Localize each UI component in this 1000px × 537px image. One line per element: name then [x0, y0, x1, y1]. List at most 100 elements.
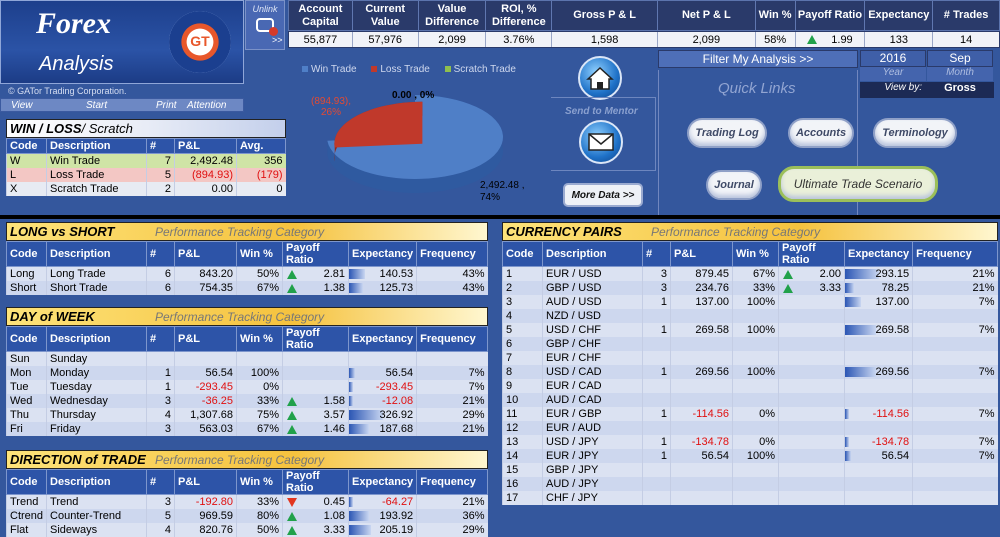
month-select[interactable]: Sep	[927, 50, 993, 67]
expectancy-value: 205.19	[379, 523, 414, 536]
table-row[interactable]: 13 USD / JPY 1 -134.78 0% -134.78 7%	[502, 434, 998, 449]
table-cell: EUR / USD	[542, 266, 643, 281]
table-row[interactable]: Tue Tuesday 1 -293.45 0% -293.45 7%	[6, 379, 488, 394]
send-to-mentor-button[interactable]	[579, 120, 623, 164]
menu-start[interactable]: Start	[86, 100, 107, 111]
table-row[interactable]: 3 AUD / USD 1 137.00 100% 137.00 7%	[502, 294, 998, 309]
table-cell: 4	[502, 308, 543, 323]
gt-badge-icon: GT	[169, 11, 231, 73]
trading-log-button[interactable]: Trading Log	[687, 118, 767, 148]
table-cell: 50%	[236, 266, 283, 281]
journal-button[interactable]: Journal	[706, 170, 762, 200]
table-row[interactable]: Ctrend Counter-Trend 5 969.59 80% 1.08 193.92 3…	[5, 508, 488, 523]
table-cell: 21%	[416, 421, 488, 436]
table-cell: CHF / JPY	[542, 490, 643, 505]
direction-title: DIRECTION of TRADE Performance Tracking C…	[6, 450, 488, 469]
table-cell	[174, 351, 237, 366]
table-row[interactable]: 11 EUR / GBP 1 -114.56 0% -114.56 7%	[502, 406, 998, 421]
table-cell: 7%	[912, 434, 998, 449]
table-header-cell: Frequency	[912, 241, 998, 267]
table-cell: AUD / USD	[542, 294, 643, 309]
table-cell: 356	[236, 153, 286, 168]
table-cell	[732, 420, 779, 435]
table-row[interactable]: Short Short Trade 6 754.35 67% 1.38 125.73 43%	[6, 280, 488, 295]
table-cell: 2,492.48	[174, 153, 237, 168]
home-button[interactable]	[578, 56, 622, 100]
table-cell	[670, 490, 733, 505]
table-header-cell: Payoff Ratio	[282, 326, 349, 352]
table-cell	[912, 308, 998, 323]
expectancy-cell: 193.92	[348, 508, 417, 523]
table-row[interactable]: 4 NZD / USD	[502, 308, 998, 323]
table-row[interactable]: Long Long Trade 6 843.20 50% 2.81 140.53 43%	[6, 266, 488, 281]
loss-row[interactable]: L Loss Trade 5 (894.93) (179)	[6, 167, 286, 182]
table-cell	[670, 378, 733, 393]
terminology-button[interactable]: Terminology	[873, 118, 957, 148]
menu-view[interactable]: View	[11, 100, 33, 111]
table-cell: 4	[146, 407, 175, 422]
win-loss-title: WIN / LOSS / Scratch	[6, 119, 286, 138]
table-cell: 33%	[236, 494, 283, 509]
filter-analysis-button[interactable]: Filter My Analysis >>	[658, 50, 858, 68]
table-row[interactable]: Mon Monday 1 56.54 100% 56.54 7%	[6, 365, 488, 380]
table-row[interactable]: Fri Friday 3 563.03 67% 1.46 187.68 21%	[6, 421, 488, 436]
currency-pairs-panel: CURRENCY PAIRS Performance Tracking Categ…	[502, 222, 998, 505]
table-header-cell: #	[642, 241, 671, 267]
up-arrow-icon	[783, 270, 793, 279]
win-row[interactable]: W Win Trade 7 2,492.48 356	[6, 153, 286, 168]
win-loss-header-row: Code Description # P&L Avg.	[6, 138, 286, 154]
table-row[interactable]: Wed Wednesday 3 -36.25 33% 1.58 -12.08 21%	[6, 393, 488, 408]
menu-attention[interactable]: Attention	[187, 100, 226, 111]
table-cell: USD / CHF	[542, 322, 643, 337]
long-short-panel: LONG vs SHORT Performance Tracking Catego…	[6, 222, 488, 295]
table-row[interactable]: 17 CHF / JPY	[502, 490, 998, 505]
table-row[interactable]: 8 USD / CAD 1 269.56 100% 269.56 7%	[502, 364, 998, 379]
table-row[interactable]: Sun Sunday	[6, 351, 488, 366]
table-cell: 7%	[912, 448, 998, 463]
table-row[interactable]: 5 USD / CHF 1 269.58 100% 269.58 7%	[502, 322, 998, 337]
hdr-win-pct: Win %	[756, 1, 796, 30]
long-short-title: LONG vs SHORT Performance Tracking Catego…	[6, 222, 488, 241]
expectancy-bar	[845, 282, 855, 293]
day-of-week-title: DAY of WEEK Performance Tracking Category	[6, 307, 488, 326]
payoff-value: 3.57	[323, 408, 345, 421]
table-row[interactable]: Flat Sideways 4 820.76 50% 3.33 205.19 29%	[5, 522, 488, 537]
table-row[interactable]: 12 EUR / AUD	[502, 420, 998, 435]
val-trades: 14	[959, 33, 973, 46]
up-arrow-icon	[287, 424, 297, 434]
expectancy-value: 140.53	[379, 267, 414, 280]
legend-loss-label: Loss Trade	[380, 64, 430, 75]
val-value-difference: 2,099	[419, 32, 487, 47]
menu-print[interactable]: Print	[156, 100, 177, 111]
table-row[interactable]: 2 GBP / USD 3 234.76 33% 3.33 78.25 21%	[502, 280, 998, 295]
table-row[interactable]: 6 GBP / CHF	[502, 336, 998, 351]
table-row[interactable]: 14 EUR / JPY 1 56.54 100% 56.54 7%	[502, 448, 998, 463]
expectancy-bar	[349, 524, 371, 535]
ultimate-trade-scenario-button[interactable]: Ultimate Trade Scenario	[778, 166, 938, 202]
table-row[interactable]: Thu Thursday 4 1,307.68 75% 3.57 326.92 29%	[6, 407, 488, 422]
table-row[interactable]: 16 AUD / JPY	[502, 476, 998, 491]
year-select[interactable]: 2016	[860, 50, 926, 67]
accounts-button[interactable]: Accounts	[788, 118, 854, 148]
table-row[interactable]: 9 EUR / CAD	[502, 378, 998, 393]
view-by-select[interactable]: Gross	[926, 82, 994, 98]
table-cell: Tue	[6, 379, 47, 394]
table-row[interactable]: 7 EUR / CHF	[502, 350, 998, 365]
val-expectancy: 133	[865, 32, 934, 47]
table-row[interactable]: 1 EUR / USD 3 879.45 67% 2.00 293.15 21%	[502, 266, 998, 281]
expectancy-cell: 187.68	[347, 421, 417, 436]
home-icon	[586, 66, 614, 90]
table-cell: 6	[146, 266, 175, 281]
payoff-cell: 2.81	[282, 266, 349, 281]
more-data-button[interactable]: More Data >>	[563, 183, 643, 207]
val-current-value: 57,976	[353, 32, 419, 47]
hdr-net-pl: Net P & L	[658, 1, 756, 30]
table-row[interactable]: Trend Trend 3 -192.80 33% 0.45 -64.27 21%	[5, 494, 488, 509]
scratch-row[interactable]: X Scratch Trade 2 0.00 0	[6, 181, 286, 196]
expand-arrow[interactable]: >>	[272, 35, 283, 45]
col-description: Description	[46, 138, 147, 154]
table-row[interactable]: 15 GBP / JPY	[502, 462, 998, 477]
table-cell: -293.45	[174, 379, 237, 394]
table-row[interactable]: 10 AUD / CAD	[502, 392, 998, 407]
table-header-cell: Payoff Ratio	[282, 469, 350, 495]
